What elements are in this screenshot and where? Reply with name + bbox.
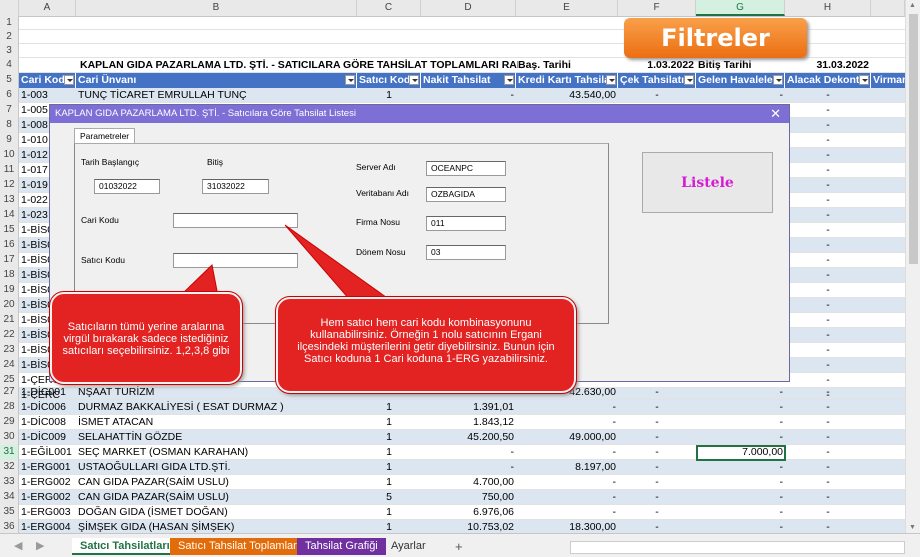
callout-pointers [178,224,392,301]
left-callout: Satıcıların tümü yerine aralarına virgül… [49,291,243,385]
right-callout: Hem satıcı hem cari kodu kombinasyonunu … [275,296,577,394]
next-sheet-icon[interactable]: ▶ [28,538,52,555]
prev-sheet-icon[interactable]: ◀ [6,538,30,555]
tab-satici-tahsilatlari[interactable]: Satıcı Tahsilatları [72,538,178,555]
tab-ayarlar[interactable]: Ayarlar [383,538,434,555]
tab-satici-tahsilat-toplamlari[interactable]: Satıcı Tahsilat Toplamları [170,538,308,555]
horizontal-scrollbar[interactable] [570,541,905,554]
tab-tahsilat-grafigi[interactable]: Tahsilat Grafiği [297,538,386,555]
right-callout-pointer [284,224,392,301]
add-sheet-icon[interactable]: + [447,538,471,555]
sheet-tabs-bar: ◀ ▶ Satıcı Tahsilatları Satıcı Tahsilat … [0,533,920,557]
